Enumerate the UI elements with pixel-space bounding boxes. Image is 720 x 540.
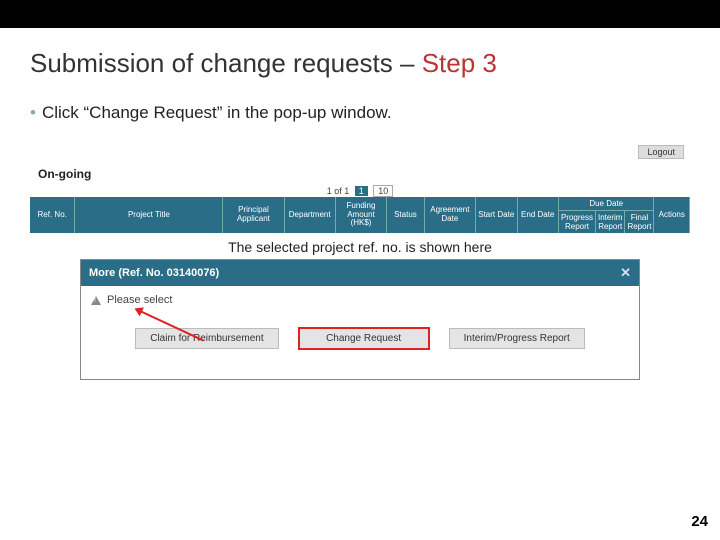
annotation-caption: The selected project ref. no. is shown h… [30, 239, 690, 255]
please-select-text: Please select [107, 294, 172, 306]
instruction-text: Click “Change Request” in the pop-up win… [42, 103, 392, 122]
col-end-date: End Date [518, 197, 559, 233]
col-due-date-group: Due Date Progress Report Interim Report … [559, 197, 654, 233]
section-heading: On-going [30, 161, 690, 185]
warning-icon [91, 296, 101, 305]
embedded-app-screenshot: Logout On-going 1 of 1 1 10 Ref. No. Pro… [30, 143, 690, 380]
please-select-row: Please select [91, 294, 629, 306]
col-interim-report: Interim Report [596, 211, 625, 233]
col-department: Department [285, 197, 336, 233]
col-progress-report: Progress Report [559, 211, 596, 233]
close-icon[interactable]: ✕ [620, 265, 631, 281]
pager: 1 of 1 1 10 [30, 185, 690, 197]
popup-button-row: Claim for Reimbursement Change Request I… [91, 328, 629, 349]
pager-count: 1 of 1 [327, 186, 350, 196]
col-start-date: Start Date [476, 197, 517, 233]
col-funding: Funding Amount (HK$) [336, 197, 387, 233]
popup-title: More (Ref. No. 03140076) [89, 267, 219, 279]
page-number: 24 [691, 513, 708, 530]
pager-size-select[interactable]: 10 [373, 185, 393, 197]
col-due-date: Due Date [559, 197, 653, 211]
col-principal: Principal Applicant [223, 197, 284, 233]
slide-title-main: Submission of change requests – [30, 48, 422, 78]
more-popup: More (Ref. No. 03140076) ✕ Please select… [80, 259, 640, 380]
instruction-bullet: • Click “Change Request” in the pop-up wi… [0, 89, 720, 123]
popup-header: More (Ref. No. 03140076) ✕ [81, 260, 639, 286]
col-project-title: Project Title [75, 197, 223, 233]
app-topbar: Logout [30, 143, 690, 161]
popup-body: Please select Claim for Reimbursement Ch… [81, 286, 639, 379]
col-ref-no: Ref. No. [30, 197, 75, 233]
change-request-button[interactable]: Change Request [299, 328, 429, 349]
logout-button[interactable]: Logout [638, 145, 684, 159]
pager-current-page[interactable]: 1 [355, 186, 368, 196]
col-status: Status [387, 197, 425, 233]
bullet-dot-icon: • [30, 103, 36, 122]
slide-top-bar [0, 0, 720, 28]
interim-progress-button[interactable]: Interim/Progress Report [449, 328, 585, 349]
col-agreement: Agreement Date [425, 197, 476, 233]
col-actions: Actions [654, 197, 690, 233]
table-header-row: Ref. No. Project Title Principal Applica… [30, 197, 690, 233]
claim-reimbursement-button[interactable]: Claim for Reimbursement [135, 328, 278, 349]
slide-title: Submission of change requests – Step 3 [0, 28, 720, 89]
col-final-report: Final Report [625, 211, 653, 233]
slide-title-accent: Step 3 [422, 48, 497, 78]
